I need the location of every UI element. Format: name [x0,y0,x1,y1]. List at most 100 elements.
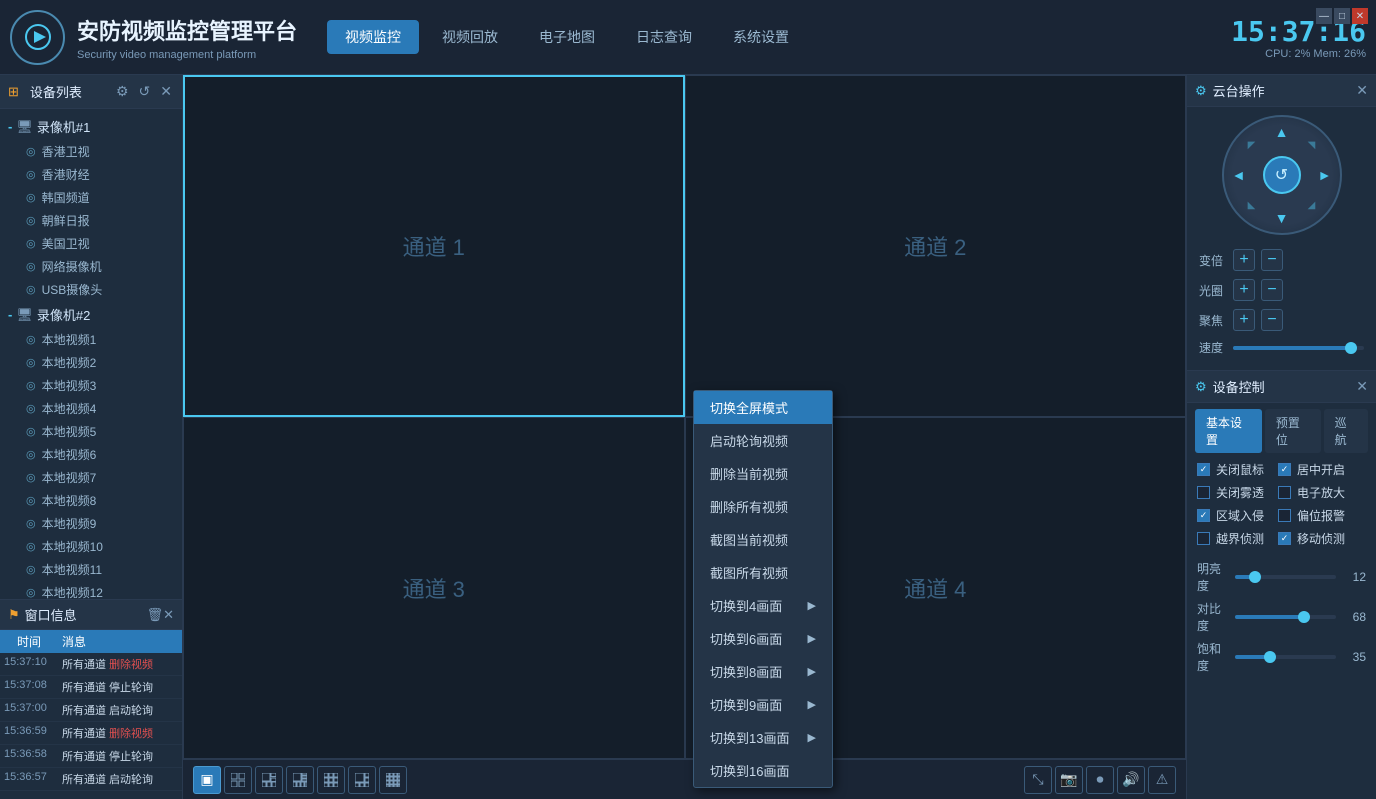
device-close-button[interactable]: ✕ [158,81,174,102]
ptz-downleft-button[interactable]: ◣ [1242,195,1262,215]
tree-item-1-6[interactable]: ◎本地视频7 [0,466,182,489]
tree-item-1-7[interactable]: ◎本地视频8 [0,489,182,512]
tree-item-1-5[interactable]: ◎本地视频6 [0,443,182,466]
contrast-slider[interactable] [1235,615,1336,619]
tree-item-1-0[interactable]: ◎本地视频1 [0,328,182,351]
tree-group-0[interactable]: -🖥录像机#1 [0,113,182,140]
device-settings-button[interactable]: ⚙ [114,81,131,102]
layout-4-button[interactable] [224,766,252,794]
ctx-item-6[interactable]: 切换到4画面▶ [694,589,832,622]
checkbox-digital-zoom[interactable] [1278,486,1291,499]
window-info-close-button[interactable]: ✕ [163,607,174,623]
ctx-item-11[interactable]: 切换到16画面 [694,754,832,787]
tree-item-0-5[interactable]: ◎网络摄像机 [0,255,182,278]
checkbox-center-open[interactable] [1278,463,1291,476]
ctx-item-0[interactable]: 切换全屏模式 [694,391,832,424]
ptz-right-button[interactable]: ► [1315,165,1335,185]
nav-tab-4[interactable]: 系统设置 [715,20,807,54]
layout-16-button[interactable] [379,766,407,794]
device-ctrl-close-button[interactable]: ✕ [1356,378,1368,395]
tree-item-0-2[interactable]: ◎韩国频道 [0,186,182,209]
tab-patrol[interactable]: 巡航 [1324,409,1368,453]
tree-item-0-1[interactable]: ◎香港财经 [0,163,182,186]
ctx-item-4[interactable]: 截图当前视频 [694,523,832,556]
tree-item-1-11[interactable]: ◎本地视频12 [0,581,182,599]
nav-tab-3[interactable]: 日志查询 [618,20,710,54]
ptz-upleft-button[interactable]: ◤ [1242,135,1262,155]
tree-item-1-3[interactable]: ◎本地视频4 [0,397,182,420]
nav-tab-1[interactable]: 视频回放 [424,20,516,54]
tab-presets[interactable]: 预置位 [1265,409,1321,453]
ptz-iris-minus-button[interactable]: − [1261,279,1283,301]
fullscreen-button[interactable]: ⤡ [1024,766,1052,794]
saturation-slider[interactable] [1235,655,1336,659]
checkbox-close-fog[interactable] [1197,486,1210,499]
contrast-thumb[interactable] [1298,611,1310,623]
brightness-thumb[interactable] [1249,571,1261,583]
ctx-item-7[interactable]: 切换到6画面▶ [694,622,832,655]
ptz-zoom-minus-button[interactable]: − [1261,249,1283,271]
nav-tab-0[interactable]: 视频监控 [327,20,419,54]
log-delete-link[interactable]: 删除视频 [109,659,153,671]
ptz-focus-minus-button[interactable]: − [1261,309,1283,331]
ptz-upright-button[interactable]: ◥ [1302,135,1322,155]
window-info-clear-button[interactable]: 🗑 [147,607,164,623]
checkbox-motion-detection[interactable] [1278,532,1291,545]
checkbox-close-mouse[interactable] [1197,463,1210,476]
nav-tab-2[interactable]: 电子地图 [521,20,613,54]
log-delete-link[interactable]: 删除视频 [109,728,153,740]
tree-item-1-4[interactable]: ◎本地视频5 [0,420,182,443]
checkbox-area-intrusion[interactable] [1197,509,1210,522]
layout-13-button[interactable] [348,766,376,794]
audio-button[interactable]: 🔊 [1117,766,1145,794]
close-button[interactable]: ✕ [1352,8,1368,24]
tree-item-1-2[interactable]: ◎本地视频3 [0,374,182,397]
video-cell-1[interactable]: 通道 2 [685,75,1187,417]
tree-item-0-0[interactable]: ◎香港卫视 [0,140,182,163]
ptz-up-button[interactable]: ▲ [1272,122,1292,142]
screenshot-button[interactable]: 📷 [1055,766,1083,794]
layout-6-button[interactable] [255,766,283,794]
ctx-item-1[interactable]: 启动轮询视频 [694,424,832,457]
video-center: 通道 1通道 2通道 3通道 4 切换全屏模式启动轮询视频删除当前视频删除所有视… [183,75,1186,799]
ptz-left-button[interactable]: ◄ [1229,165,1249,185]
minimize-button[interactable]: — [1316,8,1332,24]
ctx-item-2[interactable]: 删除当前视频 [694,457,832,490]
ctx-item-5[interactable]: 截图所有视频 [694,556,832,589]
brightness-slider[interactable] [1235,575,1336,579]
saturation-thumb[interactable] [1264,651,1276,663]
ptz-focus-plus-button[interactable]: + [1233,309,1255,331]
maximize-button[interactable]: □ [1334,8,1350,24]
tree-item-0-3[interactable]: ◎朝鲜日报 [0,209,182,232]
ctx-item-9[interactable]: 切换到9画面▶ [694,688,832,721]
tree-item-1-10[interactable]: ◎本地视频11 [0,558,182,581]
ctx-item-10[interactable]: 切换到13画面▶ [694,721,832,754]
ptz-speed-slider[interactable] [1233,346,1364,350]
checkbox-offset-alarm[interactable] [1278,509,1291,522]
ptz-downright-button[interactable]: ◢ [1302,195,1322,215]
tree-item-0-6[interactable]: ◎USB摄像头 [0,278,182,301]
tree-item-1-9[interactable]: ◎本地视频10 [0,535,182,558]
ptz-center-button[interactable]: ↺ [1263,156,1301,194]
checkbox-cross-detection[interactable] [1197,532,1210,545]
tree-item-1-8[interactable]: ◎本地视频9 [0,512,182,535]
video-cell-2[interactable]: 通道 3 [183,417,685,759]
alarm-button[interactable]: ⚠ [1148,766,1176,794]
layout-1-button[interactable]: ▣ [193,766,221,794]
record-button[interactable]: ⏺ [1086,766,1114,794]
device-refresh-button[interactable]: ↺ [137,81,153,102]
tab-basic-settings[interactable]: 基本设置 [1195,409,1262,453]
ptz-down-button[interactable]: ▼ [1272,208,1292,228]
ctx-item-8[interactable]: 切换到8画面▶ [694,655,832,688]
tree-item-1-1[interactable]: ◎本地视频2 [0,351,182,374]
ptz-close-button[interactable]: ✕ [1356,82,1368,99]
ptz-zoom-plus-button[interactable]: + [1233,249,1255,271]
tree-group-1[interactable]: -🖥录像机#2 [0,301,182,328]
tree-item-0-4[interactable]: ◎美国卫视 [0,232,182,255]
layout-9-button[interactable] [317,766,345,794]
ptz-speed-thumb[interactable] [1345,342,1357,354]
video-cell-0[interactable]: 通道 1 [183,75,685,417]
ctx-item-3[interactable]: 删除所有视频 [694,490,832,523]
layout-8-button[interactable] [286,766,314,794]
ptz-iris-plus-button[interactable]: + [1233,279,1255,301]
